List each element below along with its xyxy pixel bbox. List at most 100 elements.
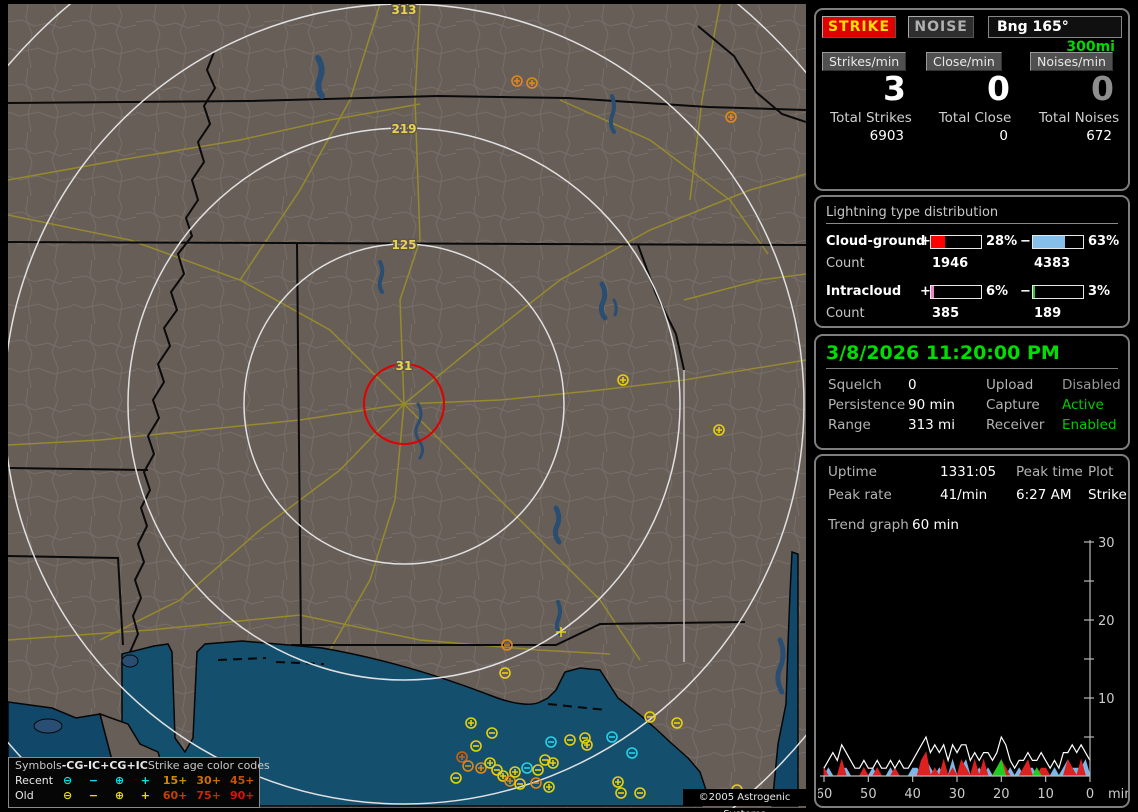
noises-counter: Noises/min 0 Total Noises 672 <box>1030 52 1128 144</box>
clock-panel: 3/8/2026 11:20:00 PM Squelch 0 Upload Di… <box>814 334 1130 450</box>
total-strikes-label: Total Strikes <box>830 110 912 126</box>
map-legend: Symbols -CG -IC +CG +IC Strike age color… <box>8 757 270 808</box>
legend-col-cg-pos: +CG <box>100 759 127 772</box>
legend-col-ic-neg: -IC <box>83 759 101 772</box>
old-cg-pos-icon: ⊕ <box>114 789 125 802</box>
recent-cg-pos-icon: ⊕ <box>114 774 125 787</box>
age-code-75: 75+ <box>196 789 221 802</box>
age-code-60: 60+ <box>162 789 188 802</box>
trend-window-value: 60 min <box>912 517 959 533</box>
total-strikes-value: 6903 <box>869 128 904 144</box>
ring-label-313: 313 <box>391 4 416 17</box>
age-code-90: 90+ <box>229 789 255 802</box>
upload-status: Disabled <box>1062 377 1121 393</box>
legend-col-ic-pos: +IC <box>126 759 148 772</box>
close-per-min-value: 0 <box>987 69 1010 108</box>
legend-age-title: Strike age color codes <box>147 759 270 772</box>
ic-neg-sign: − <box>1020 284 1031 299</box>
svg-text:60: 60 <box>818 787 832 802</box>
svg-text:30: 30 <box>1098 536 1115 551</box>
ic-pos-pct: 6% <box>986 284 1009 299</box>
ic-pos-count: 385 <box>932 306 960 321</box>
recent-ic-pos-icon: + <box>140 774 150 787</box>
svg-text:20: 20 <box>1098 614 1115 629</box>
strike-map[interactable]: 313 219 125 31 Symbols -CG -IC +CG +IC S… <box>8 4 806 812</box>
total-noises-value: 672 <box>1086 128 1112 144</box>
ring-label-31: 31 <box>396 359 413 373</box>
bearing-range-value: 300mi <box>1066 39 1115 55</box>
total-close-value: 0 <box>999 128 1008 144</box>
peak-rate-label: Peak rate <box>828 487 892 503</box>
upload-label: Upload <box>986 377 1034 393</box>
cloud-ground-row: Cloud-ground + 28% − 63% <box>816 232 1128 254</box>
app-window: 313 219 125 31 Symbols -CG -IC +CG +IC S… <box>0 0 1138 812</box>
age-code-45: 45+ <box>229 774 255 787</box>
trend-graph: 10 20 30 60 50 40 30 20 10 0 min <box>818 536 1128 802</box>
uptime-value: 1331:05 <box>940 464 997 480</box>
copyright-text: ©2005 Astrogenic Systems <box>683 789 806 812</box>
datetime-display: 3/8/2026 11:20:00 PM <box>826 342 1118 369</box>
capture-label: Capture <box>986 397 1040 413</box>
old-cg-neg-icon: ⊖ <box>63 789 73 802</box>
legend-symbols-label: Symbols <box>15 759 62 772</box>
cg-count-label: Count <box>826 256 865 271</box>
total-close-label: Total Close <box>938 110 1012 126</box>
cloud-ground-label: Cloud-ground <box>826 234 926 249</box>
legend-old-label: Old <box>15 789 34 802</box>
noises-per-min-value: 0 <box>1091 69 1114 108</box>
map-canvas: 313 219 125 31 <box>8 4 806 808</box>
legend-recent-label: Recent <box>15 774 54 787</box>
persistence-value: 90 min <box>908 397 955 413</box>
peak-rate-value: 41/min <box>940 487 988 503</box>
peak-time-value: 6:27 AM <box>1016 487 1072 503</box>
ic-count-label: Count <box>826 306 865 321</box>
distribution-panel: Lightning type distribution Cloud-ground… <box>814 195 1130 328</box>
old-ic-neg-icon: − <box>88 789 99 802</box>
age-code-30: 30+ <box>196 774 221 787</box>
cg-neg-pct: 63% <box>1088 234 1120 249</box>
intracloud-count-row: Count 385 189 <box>816 306 1128 324</box>
svg-text:30: 30 <box>949 787 966 802</box>
plot-label: Plot <box>1088 464 1114 480</box>
peak-time-label: Peak time <box>1016 464 1083 480</box>
old-ic-pos-icon: + <box>140 789 150 802</box>
range-label: Range <box>828 417 871 433</box>
cg-pos-bar <box>930 235 982 249</box>
stats-grid: Uptime 1331:05 Peak time Plot Peak rate … <box>816 456 1128 533</box>
cloud-ground-count-row: Count 1946 4383 <box>816 256 1128 274</box>
distribution-title: Lightning type distribution <box>826 205 1118 224</box>
plot-mode-value: Strike <box>1088 487 1127 503</box>
cg-neg-bar <box>1032 235 1084 249</box>
ic-pos-bar <box>930 285 982 299</box>
age-code-15: 15+ <box>162 774 188 787</box>
bearing-value: Bng 165° <box>997 19 1069 35</box>
svg-text:50: 50 <box>860 787 877 802</box>
uptime-label: Uptime <box>828 464 877 480</box>
svg-text:40: 40 <box>904 787 921 802</box>
settings-grid: Squelch 0 Upload Disabled Persistence 90… <box>816 369 1128 445</box>
strikes-counter: Strikes/min 3 Total Strikes 6903 <box>822 52 920 144</box>
noise-mode-button[interactable]: NOISE <box>908 16 975 38</box>
svg-text:10: 10 <box>1098 692 1115 707</box>
close-counter: Close/min 0 Total Close 0 <box>926 52 1024 144</box>
svg-text:20: 20 <box>993 787 1010 802</box>
range-value: 313 mi <box>908 417 955 433</box>
cg-pos-count: 1946 <box>932 256 969 271</box>
strikes-per-min-value: 3 <box>883 69 906 108</box>
cg-neg-sign: − <box>1020 234 1031 249</box>
ic-neg-bar <box>1032 285 1084 299</box>
ic-neg-pct: 3% <box>1088 284 1111 299</box>
intracloud-row: Intracloud + 6% − 3% <box>816 282 1128 304</box>
intracloud-label: Intracloud <box>826 284 902 299</box>
ring-label-125: 125 <box>391 238 416 252</box>
strike-mode-button[interactable]: STRIKE <box>822 16 896 38</box>
svg-text:0: 0 <box>1086 787 1094 802</box>
legend-col-cg-neg: -CG <box>61 759 84 772</box>
trend-graph-label: Trend graph <box>828 517 909 533</box>
cg-neg-count: 4383 <box>1034 256 1071 271</box>
recent-cg-neg-icon: ⊖ <box>63 774 73 787</box>
recent-ic-neg-icon: − <box>88 774 99 787</box>
counters-panel: STRIKE NOISE Bng 165° 300mi Strikes/min … <box>814 8 1130 191</box>
persistence-label: Persistence <box>828 397 906 413</box>
ring-label-219: 219 <box>391 122 416 136</box>
